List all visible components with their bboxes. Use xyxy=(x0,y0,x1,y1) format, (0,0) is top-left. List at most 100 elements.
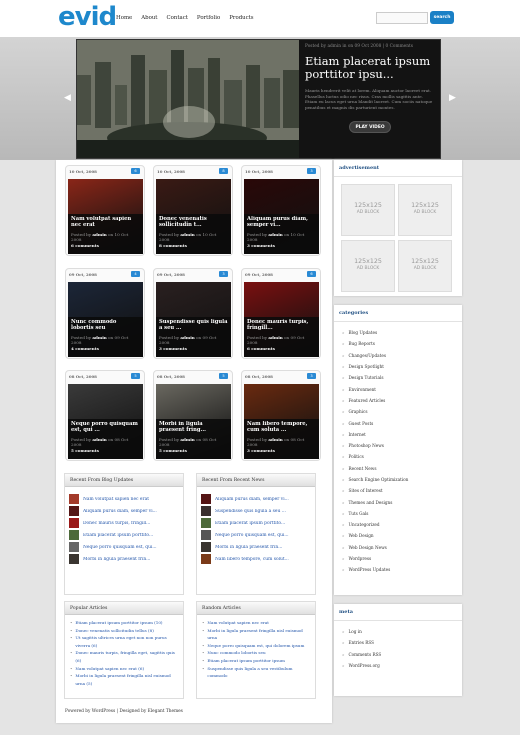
sidebar-link[interactable]: » Graphics xyxy=(342,406,454,417)
post-author[interactable]: admin xyxy=(268,437,282,442)
post-author[interactable]: admin xyxy=(92,335,106,340)
post-comments[interactable]: 3 comments xyxy=(247,448,275,453)
sidebar-link[interactable]: » Sites of Interest xyxy=(342,485,454,496)
comment-count-badge[interactable]: 3 xyxy=(219,271,228,277)
item-link[interactable]: Etiam placerat ipsum porttito... xyxy=(215,521,285,526)
post-comments[interactable]: 4 comments xyxy=(71,346,99,351)
article-link[interactable]: Morbi in ligula praesent fringilla nisl … xyxy=(75,672,178,687)
comment-count-badge[interactable]: 3 xyxy=(307,168,316,174)
post-card[interactable]: 10 Oct, 2008 3 Aliquam purus diam, semper … xyxy=(241,165,321,256)
list-item[interactable]: • Suspendisse quis ligula a seu vestibulu… xyxy=(202,665,310,680)
prev-arrow-icon[interactable]: ◀ xyxy=(64,93,71,103)
sidebar-link[interactable]: » Log in xyxy=(342,626,454,637)
item-link[interactable]: Neque porro quisquam est, qui... xyxy=(83,545,157,550)
comment-count-badge[interactable]: 5 xyxy=(219,373,228,379)
list-item[interactable]: Aliquam purus diam, semper vi... xyxy=(65,505,183,517)
post-title[interactable]: Donec mauris turpis, fringill... xyxy=(247,319,316,332)
ad-block[interactable]: 125x125 AD BLOCK xyxy=(341,184,395,236)
post-title[interactable]: Nunc commodo lobortis seu xyxy=(71,319,140,332)
post-card[interactable]: 08 Oct, 2008 5 Morbi in ligula praesent fr… xyxy=(153,370,233,461)
post-title[interactable]: Nam libero tempore, cum soluta ... xyxy=(247,421,316,434)
post-comments[interactable]: 8 comments xyxy=(159,243,187,248)
post-author[interactable]: admin xyxy=(180,437,194,442)
article-link[interactable]: Etiam placerat ipsum porttitor ipsum xyxy=(207,657,284,665)
nav-contact[interactable]: Contact xyxy=(166,15,187,21)
post-thumbnail[interactable]: Donec mauris turpis, fringill... Posted b… xyxy=(244,282,319,357)
article-link[interactable]: Suspendisse quis ligula a seu vestibulum… xyxy=(207,665,310,680)
item-link[interactable]: Donec mauris turpis, fringill... xyxy=(83,521,150,526)
article-link[interactable]: Donec venenatis sollicitudin tellus (8) xyxy=(75,627,153,635)
list-item[interactable]: Aliquam purus diam, semper vi... xyxy=(197,493,315,505)
sidebar-link[interactable]: » Bug Reports xyxy=(342,338,454,349)
sidebar-link[interactable]: » Internet xyxy=(342,429,454,440)
sidebar-link[interactable]: » Photoshop News xyxy=(342,440,454,451)
item-link[interactable]: Suspendisse quis ligula a seu ... xyxy=(215,509,286,514)
search-input[interactable] xyxy=(376,12,428,24)
list-item[interactable]: Nam volutpat sapien nec erat xyxy=(65,493,183,505)
featured-image[interactable] xyxy=(77,40,299,158)
list-item[interactable]: • Neque porro quisquam est, qui dolorem i… xyxy=(202,642,310,650)
article-link[interactable]: Neque porro quisquam est, qui dolorem ip… xyxy=(207,642,304,650)
item-link[interactable]: Neque porro quisquam est, qui... xyxy=(215,533,289,538)
comment-count-badge[interactable]: 8 xyxy=(219,168,228,174)
article-link[interactable]: Donec mauris turpis, fringilla eget, sag… xyxy=(75,649,178,664)
ad-block[interactable]: 125x125 AD BLOCK xyxy=(341,240,395,292)
item-link[interactable]: Etiam placerat ipsum porttito... xyxy=(83,533,153,538)
post-comments[interactable]: 3 comments xyxy=(247,243,275,248)
post-card[interactable]: 09 Oct, 2008 4 Nunc commodo lobortis seu Po… xyxy=(65,268,145,359)
post-comments[interactable]: 5 comments xyxy=(71,448,99,453)
list-item[interactable]: • Etiam placerat ipsum porttitor ipsum (1… xyxy=(70,619,178,627)
post-author[interactable]: admin xyxy=(92,232,106,237)
post-thumbnail[interactable]: Nam libero tempore, cum soluta ... Posted… xyxy=(244,384,319,459)
post-thumbnail[interactable]: Donec venenatis sollicitudin t... Posted … xyxy=(156,179,231,254)
nav-products[interactable]: Products xyxy=(229,15,253,21)
list-item[interactable]: Suspendisse quis ligula a seu ... xyxy=(197,505,315,517)
post-thumbnail[interactable]: Morbi in ligula praesent fring... Posted … xyxy=(156,384,231,459)
post-author[interactable]: admin xyxy=(180,232,194,237)
item-link[interactable]: Nam libero tempore, cum solut... xyxy=(215,557,289,562)
sidebar-link[interactable]: » Web Design News xyxy=(342,542,454,553)
sidebar-link[interactable]: » Recent News xyxy=(342,463,454,474)
post-card[interactable]: 08 Oct, 2008 5 Neque porro quisquam est, q… xyxy=(65,370,145,461)
list-item[interactable]: Neque porro quisquam est, qui... xyxy=(65,541,183,553)
sidebar-link[interactable]: » Environment xyxy=(342,383,454,394)
comment-count-badge[interactable]: 6 xyxy=(131,168,140,174)
list-item[interactable]: • Donec venenatis sollicitudin tellus (8) xyxy=(70,627,178,635)
post-comments[interactable]: 3 comments xyxy=(159,346,187,351)
article-link[interactable]: Morbi in ligula praesent fringilla nisl … xyxy=(207,627,310,642)
nav-about[interactable]: About xyxy=(141,15,157,21)
item-link[interactable]: Aliquam purus diam, semper vi... xyxy=(215,497,289,502)
post-card[interactable]: 09 Oct, 2008 6 Donec mauris turpis, fringi… xyxy=(241,268,321,359)
post-thumbnail[interactable]: Nam volutpat sapien nec erat Posted by ad… xyxy=(68,179,143,254)
list-item[interactable]: • Morbi in ligula praesent fringilla nisl… xyxy=(202,627,310,642)
post-card[interactable]: 10 Oct, 2008 8 Donec venenatis sollicitudi… xyxy=(153,165,233,256)
post-title[interactable]: Neque porro quisquam est, qui ... xyxy=(71,421,140,434)
article-link[interactable]: Etiam placerat ipsum porttitor ipsum (10… xyxy=(75,619,162,627)
site-logo[interactable]: evid xyxy=(58,2,117,32)
list-item[interactable]: • Etiam placerat ipsum porttitor ipsum xyxy=(202,657,310,665)
comment-count-badge[interactable]: 5 xyxy=(131,373,140,379)
post-title[interactable]: Aliquam purus diam, semper vi... xyxy=(247,216,316,229)
post-thumbnail[interactable]: Nunc commodo lobortis seu Posted by admin… xyxy=(68,282,143,357)
comment-count-badge[interactable]: 3 xyxy=(307,373,316,379)
list-item[interactable]: Morbi in ligula praesent frin... xyxy=(65,553,183,565)
sidebar-link[interactable]: » Wordpress xyxy=(342,553,454,564)
sidebar-link[interactable]: » Search Engine Optimization xyxy=(342,474,454,485)
featured-title[interactable]: Etiam placerat ipsum porttitor ipsu... xyxy=(305,55,435,81)
sidebar-link[interactable]: » Changes/Updates xyxy=(342,350,454,361)
ad-block[interactable]: 125x125 AD BLOCK xyxy=(398,240,452,292)
list-item[interactable]: • Donec mauris turpis, fringilla eget, sa… xyxy=(70,649,178,664)
item-link[interactable]: Morbi in ligula praesent frin... xyxy=(83,557,150,562)
sidebar-link[interactable]: » Tuts Gals xyxy=(342,508,454,519)
list-item[interactable]: • Nam volutpat sapien nec erat xyxy=(202,619,310,627)
list-item[interactable]: • Nunc commodo lobortis seu xyxy=(202,649,310,657)
comment-count-badge[interactable]: 4 xyxy=(131,271,140,277)
post-comments[interactable]: 6 comments xyxy=(247,346,275,351)
item-link[interactable]: Aliquam purus diam, semper vi... xyxy=(83,509,157,514)
list-item[interactable]: Nam libero tempore, cum solut... xyxy=(197,553,315,565)
post-author[interactable]: admin xyxy=(92,437,106,442)
sidebar-link[interactable]: » Politics xyxy=(342,451,454,462)
post-thumbnail[interactable]: Aliquam purus diam, semper vi... Posted b… xyxy=(244,179,319,254)
sidebar-link[interactable]: » Web Design xyxy=(342,530,454,541)
post-card[interactable]: 08 Oct, 2008 3 Nam libero tempore, cum sol… xyxy=(241,370,321,461)
